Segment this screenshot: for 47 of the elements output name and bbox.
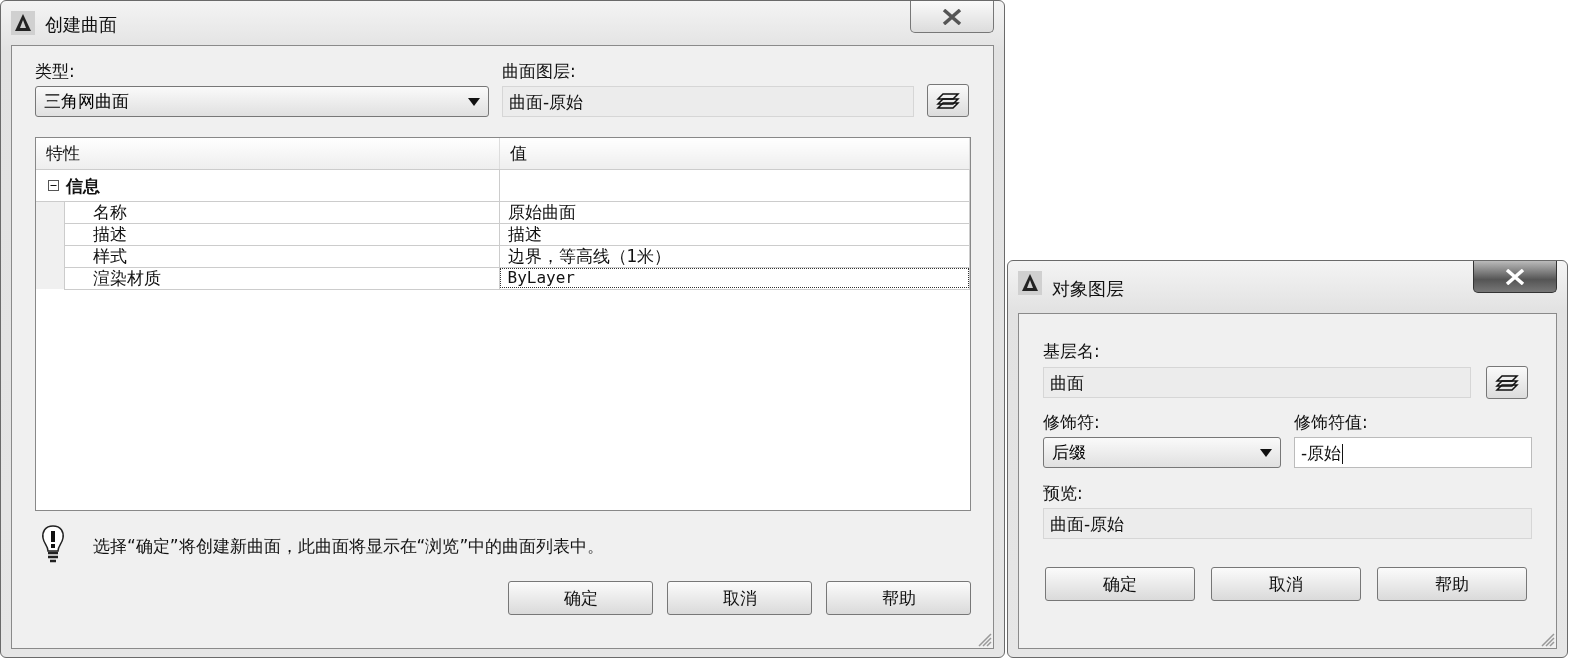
app-icon <box>1018 271 1042 295</box>
dialog-button[interactable]: 帮助 <box>1377 567 1527 601</box>
column-header[interactable]: 值 <box>499 138 970 169</box>
dialog-button[interactable]: 确定 <box>1045 567 1195 601</box>
layers-icon <box>935 90 961 111</box>
modifier-value-field[interactable]: -原始 <box>1294 437 1532 468</box>
layer-field[interactable]: 曲面-原始 <box>502 86 914 117</box>
close-button[interactable] <box>1473 261 1557 293</box>
column-header[interactable]: 特性 <box>36 138 499 169</box>
category-label[interactable]: 信息 <box>66 175 100 196</box>
caret-icon <box>1260 448 1272 457</box>
modifier-dropdown[interactable]: 后缀 <box>1043 437 1281 468</box>
preview-field: 曲面-原始 <box>1043 508 1532 539</box>
property-name: 渲染材质 <box>64 267 499 289</box>
field-label: 类型: <box>35 60 75 82</box>
close-icon <box>1504 268 1526 285</box>
property-value[interactable]: 原始曲面 <box>499 201 970 223</box>
property-value[interactable]: 边界，等高线（1米） <box>499 245 970 267</box>
property-value[interactable]: ByLayer <box>499 267 970 289</box>
app-icon <box>11 11 35 35</box>
base-layer-field[interactable]: 曲面 <box>1043 367 1471 398</box>
caret-icon <box>468 97 480 106</box>
dialog-button[interactable]: 取消 <box>1211 567 1361 601</box>
type-dropdown[interactable]: 三角网曲面 <box>35 86 489 117</box>
field-label: 基层名: <box>1043 340 1100 362</box>
property-value[interactable]: 描述 <box>499 223 970 245</box>
layer-button[interactable] <box>927 84 969 117</box>
field-label: 修饰符值: <box>1294 411 1368 433</box>
close-icon <box>941 8 963 25</box>
property-name: 名称 <box>64 201 499 223</box>
layer-button[interactable] <box>1486 366 1528 399</box>
collapse-icon[interactable] <box>48 180 59 191</box>
resize-grip-icon <box>1539 631 1555 647</box>
field-label: 修饰符: <box>1043 411 1100 433</box>
dialog-button[interactable]: 确定 <box>508 581 653 615</box>
resize-grip-icon <box>976 631 992 647</box>
field-label: 预览: <box>1043 482 1083 504</box>
dialog-button[interactable]: 取消 <box>667 581 812 615</box>
hint-text: 选择“确定”将创建新曲面，此曲面将显示在“浏览”中的曲面列表中。 <box>93 534 605 558</box>
window-title: 对象图层 <box>1052 277 1125 301</box>
window-title: 创建曲面 <box>45 13 118 37</box>
close-button[interactable] <box>910 1 994 33</box>
property-name: 样式 <box>64 245 499 267</box>
field-label: 曲面图层: <box>502 60 576 82</box>
layers-icon <box>1494 372 1520 393</box>
dialog-button[interactable]: 帮助 <box>826 581 971 615</box>
property-name: 描述 <box>64 223 499 245</box>
